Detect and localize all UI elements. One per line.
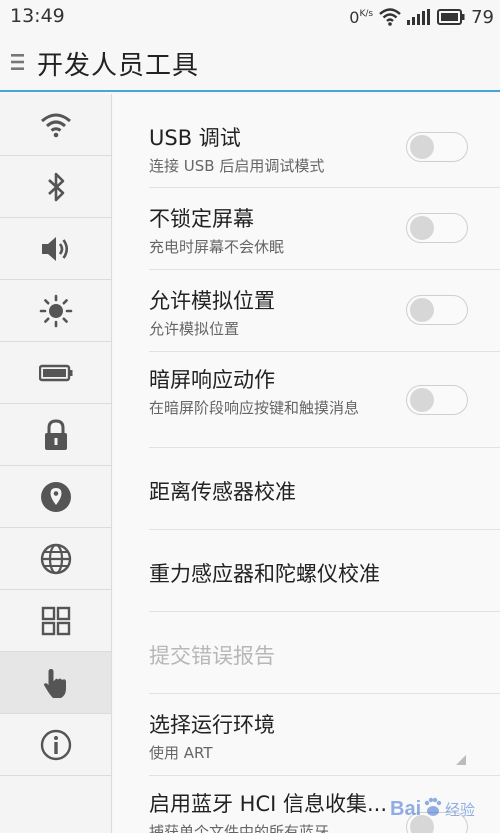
setting-gravity-gyro-calibration[interactable]: 重力感应器和陀螺仪校准 (149, 530, 500, 612)
sidebar-item-language[interactable] (0, 528, 111, 590)
sidebar-item-battery[interactable] (0, 342, 111, 404)
setting-usb-debugging[interactable]: USB 调试 连接 USB 后启用调试模式 (149, 94, 500, 188)
sidebar-item-display[interactable] (0, 280, 111, 342)
sidebar (0, 94, 112, 833)
mock-location-toggle[interactable] (406, 295, 468, 325)
menu-icon[interactable] (11, 53, 24, 71)
toggle-knob (410, 388, 434, 412)
sidebar-item-about[interactable] (0, 714, 111, 776)
setting-proximity-calibration[interactable]: 距离传感器校准 (149, 448, 500, 530)
sidebar-item-developer[interactable] (0, 652, 111, 714)
bluetooth-icon (47, 172, 64, 201)
stay-awake-toggle[interactable] (406, 213, 468, 243)
sidebar-item-bluetooth[interactable] (0, 156, 111, 218)
toggle-knob (410, 216, 434, 240)
battery-status-icon (437, 9, 465, 25)
watermark-brand: Bai (390, 798, 421, 820)
dark-screen-response-toggle[interactable] (406, 385, 468, 415)
brightness-icon (39, 294, 72, 327)
toggle-knob (410, 298, 434, 322)
setting-stay-awake[interactable]: 不锁定屏幕 充电时屏幕不会休眠 (149, 188, 500, 270)
volume-icon (41, 236, 68, 261)
setting-mock-location[interactable]: 允许模拟位置 允许模拟位置 (149, 270, 500, 352)
info-icon (40, 729, 71, 760)
baidu-watermark: Bai 经验 (390, 797, 475, 820)
setting-subtitle: 在暗屏阶段响应按键和触摸消息 (149, 399, 360, 417)
sidebar-item-apps[interactable] (0, 590, 111, 652)
wifi-status-icon (379, 8, 401, 26)
setting-title: 选择运行环境 (149, 713, 275, 737)
setting-runtime-select[interactable]: 选择运行环境 使用 ART (149, 694, 500, 776)
title-bar: 开发人员工具 (0, 34, 500, 92)
paw-icon (424, 797, 442, 816)
setting-subtitle: 使用 ART (149, 744, 213, 762)
setting-title: 提交错误报告 (149, 644, 275, 668)
hand-pointer-icon (43, 668, 66, 698)
status-indicators: 0 K/s 79 (349, 5, 494, 29)
sidebar-item-wifi[interactable] (0, 94, 111, 156)
globe-icon (40, 543, 71, 574)
network-speed-unit: K/s (359, 8, 374, 19)
dropdown-arrow-icon (456, 755, 466, 765)
setting-bug-report: 提交错误报告 (149, 612, 500, 694)
sidebar-item-sound[interactable] (0, 218, 111, 280)
toggle-knob (410, 135, 434, 159)
page-title: 开发人员工具 (37, 51, 200, 81)
watermark-suffix: 经验 (445, 801, 475, 819)
network-speed-value: 0 (349, 7, 360, 27)
apps-grid-icon (41, 606, 70, 635)
status-bar: 13:49 0 K/s 79 (0, 0, 500, 34)
wifi-icon (40, 113, 71, 137)
setting-title: 距离传感器校准 (149, 480, 296, 504)
battery-icon (38, 364, 72, 381)
network-speed: 0 K/s (349, 8, 373, 27)
usb-debugging-toggle[interactable] (406, 132, 468, 162)
sidebar-item-security[interactable] (0, 404, 111, 466)
setting-title: 重力感应器和陀螺仪校准 (149, 562, 380, 586)
settings-list: USB 调试 连接 USB 后启用调试模式 不锁定屏幕 充电时屏幕不会休眠 允许… (113, 94, 500, 833)
setting-dark-screen-response[interactable]: 暗屏响应动作 在暗屏阶段响应按键和触摸消息 (149, 352, 500, 448)
lock-icon (44, 418, 67, 450)
location-icon (40, 481, 71, 512)
battery-percent: 79 (471, 6, 494, 28)
sidebar-item-location[interactable] (0, 466, 111, 528)
status-time: 13:49 (10, 5, 65, 27)
signal-icon (407, 9, 431, 25)
